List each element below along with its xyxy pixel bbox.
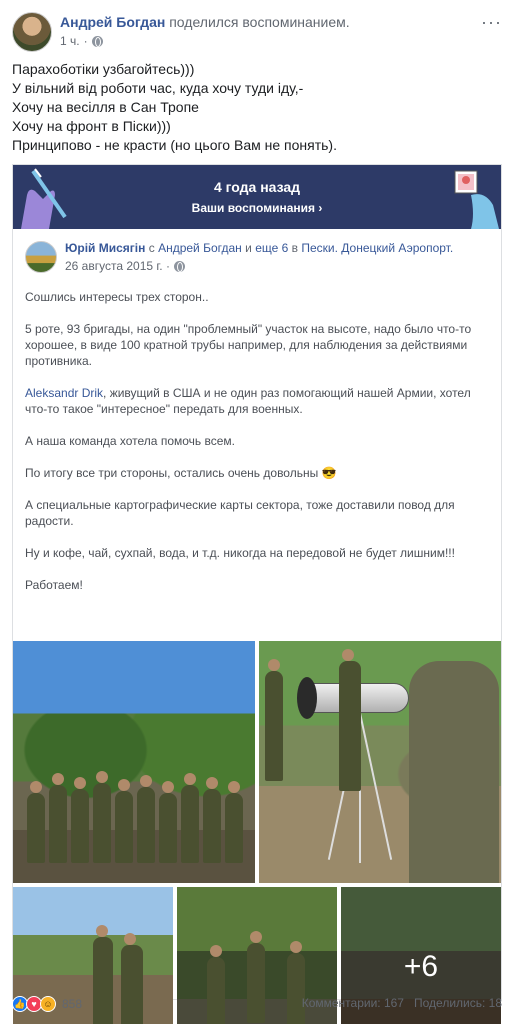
shared-paragraph: Aleksandr Drik, живущий в США и не один …: [25, 386, 471, 416]
memory-subtitle[interactable]: Ваши воспоминания ›: [13, 201, 501, 215]
photo-spotting-scope[interactable]: [259, 641, 501, 883]
author-name[interactable]: Андрей Богдан: [60, 14, 165, 30]
reactions[interactable]: 👍 ♥ ☺ 858: [12, 996, 82, 1012]
globe-icon[interactable]: [91, 35, 103, 47]
shared-author-line: Юрій Мисягін с Андрей Богдан и еще 6 в П…: [65, 241, 454, 255]
shared-date[interactable]: 26 августа 2015 г. ·: [65, 259, 170, 273]
reaction-count: 858: [62, 997, 83, 1011]
shared-paragraph: Ну и кофе, чай, сухпай, вода, и т.д. ник…: [25, 546, 455, 560]
author-line: Андрей Богдан поделился воспоминанием.: [60, 14, 350, 30]
post-text: Парахоботіки узбагойтесь))) У вільний ві…: [12, 60, 502, 155]
shared-author-avatar[interactable]: [25, 241, 57, 273]
photo-group-soldiers[interactable]: [13, 641, 255, 883]
author-avatar[interactable]: [12, 12, 52, 52]
more-options-icon[interactable]: ···: [481, 12, 502, 33]
location-link[interactable]: Пески. Донецкий Аэропорт.: [301, 241, 453, 255]
post-footer: 👍 ♥ ☺ 858 Комментарии: 167 Поделились: 1…: [12, 996, 502, 1016]
tagged-others-link[interactable]: еще 6: [255, 241, 288, 255]
tagged-person-link[interactable]: Андрей Богдан: [158, 241, 242, 255]
shared-meta: 26 августа 2015 г. ·: [65, 259, 185, 273]
post-time[interactable]: 1 ч.: [60, 34, 80, 48]
post-text-line: Принципово - не красти (но цього Вам не …: [12, 137, 337, 153]
post-text-line: Хочу на весілля в Сан Тропе: [12, 99, 199, 115]
post-stats: Комментарии: 167 Поделились: 18: [302, 996, 502, 1010]
post-text-line: Парахоботіки узбагойтесь))): [12, 61, 195, 77]
post-text-line: У вільний від роботи час, куда хочу туди…: [12, 80, 304, 96]
post-header: Андрей Богдан поделился воспоминанием. 1…: [12, 12, 502, 52]
pencil-hand-icon: [21, 168, 67, 229]
shared-paragraph: 5 роте, 93 бригады, на один "проблемный"…: [25, 322, 472, 368]
chevron-right-icon: ›: [318, 201, 323, 215]
shared-paragraph: По итогу все три стороны, остались очень…: [25, 466, 337, 480]
shared-author-name[interactable]: Юрій Мисягін: [65, 241, 145, 255]
shared-paragraph: Сошлись интересы трех сторон..: [25, 290, 209, 304]
shares-count[interactable]: Поделились: 18: [414, 996, 502, 1010]
shared-paragraph: А наша команда хотела помочь всем.: [25, 434, 235, 448]
shared-paragraph: А специальные картографические карты сек…: [25, 498, 455, 528]
haha-icon: ☺: [40, 996, 56, 1012]
shared-paragraph: Работаем!: [25, 578, 83, 592]
memory-title: 4 года назад: [213, 179, 301, 195]
post-text-line: Хочу на фронт в Піски))): [12, 118, 171, 134]
post-meta: 1 ч. ·: [60, 34, 103, 48]
photo-hand-icon: [454, 170, 499, 229]
memory-card: 4 года назад Ваши воспоминания › Юрій Ми…: [12, 164, 502, 1024]
globe-icon[interactable]: [173, 260, 185, 272]
tagged-person-link[interactable]: Aleksandr Drik: [25, 386, 103, 400]
shared-body: Сошлись интересы трех сторон.. 5 роте, 9…: [25, 289, 491, 609]
more-photos-count: +6: [403, 950, 439, 983]
author-action: поделился воспоминанием.: [169, 14, 350, 30]
memory-banner[interactable]: 4 года назад Ваши воспоминания ›: [13, 165, 501, 229]
comments-count[interactable]: Комментарии: 167: [302, 996, 404, 1010]
